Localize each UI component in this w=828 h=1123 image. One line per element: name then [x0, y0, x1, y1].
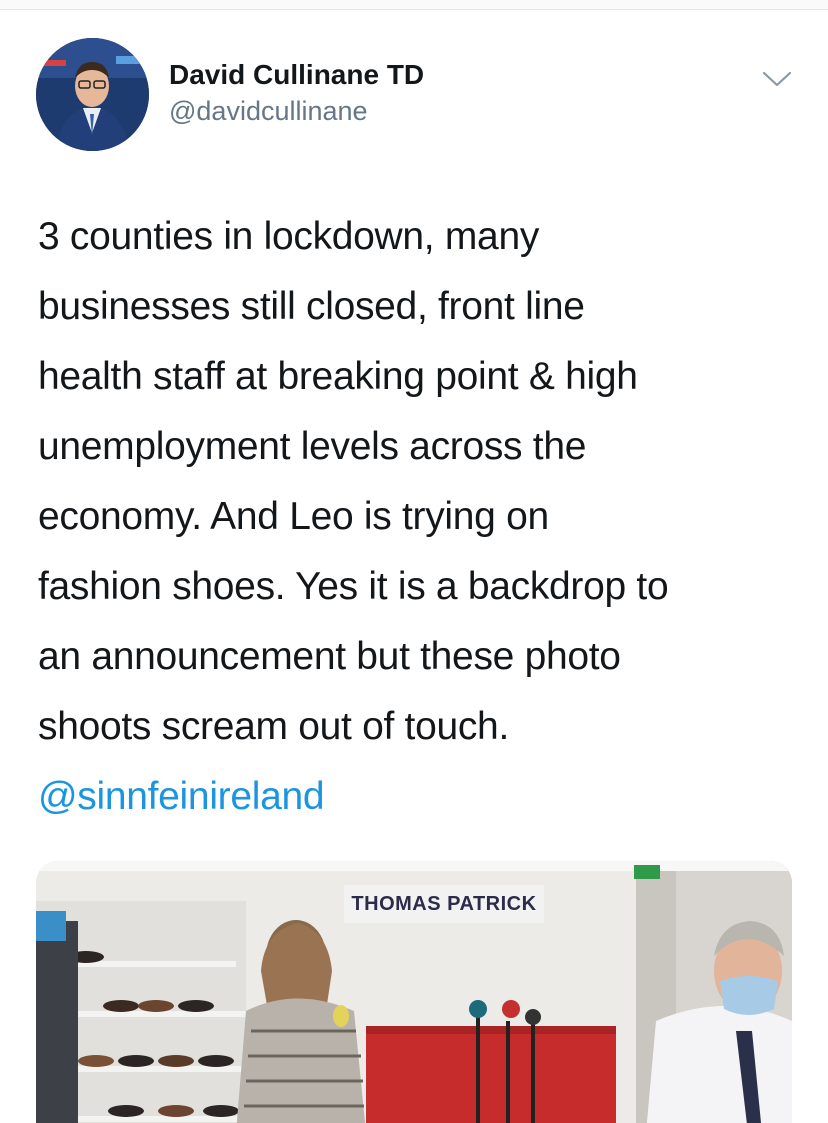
tweet-media-photo[interactable]: THOMAS PATRICK [36, 861, 792, 1123]
tweet-text-line: 3 counties in lockdown, many [38, 215, 540, 258]
tweet-text-line: businesses still closed, front line [38, 285, 585, 328]
chevron-down-icon[interactable] [761, 66, 793, 90]
mention-link[interactable]: @sinnfeinireland [38, 762, 798, 832]
author-handle[interactable]: @davidcullinane [169, 94, 424, 128]
author-names: David Cullinane TD @davidcullinane [169, 58, 424, 128]
avatar[interactable] [36, 38, 149, 151]
store-sign: THOMAS PATRICK [344, 885, 544, 923]
tweet-card: David Cullinane TD @davidcullinane 3 cou… [0, 10, 828, 1123]
tweet-text: 3 counties in lockdown, many businesses … [38, 202, 798, 832]
tweet-text-line: an announcement but these photo [38, 635, 621, 678]
tweet-text-line: economy. And Leo is trying on [38, 495, 549, 538]
top-divider [0, 0, 828, 10]
tweet-text-line: unemployment levels across the [38, 425, 587, 468]
tweet-header: David Cullinane TD @davidcullinane [36, 38, 796, 153]
tweet-text-line: shoots scream out of touch. [38, 705, 509, 748]
tweet-text-line: health staff at breaking point & high [38, 355, 638, 398]
author-display-name[interactable]: David Cullinane TD [169, 58, 424, 92]
tweet-text-line: fashion shoes. Yes it is a backdrop to [38, 565, 669, 608]
